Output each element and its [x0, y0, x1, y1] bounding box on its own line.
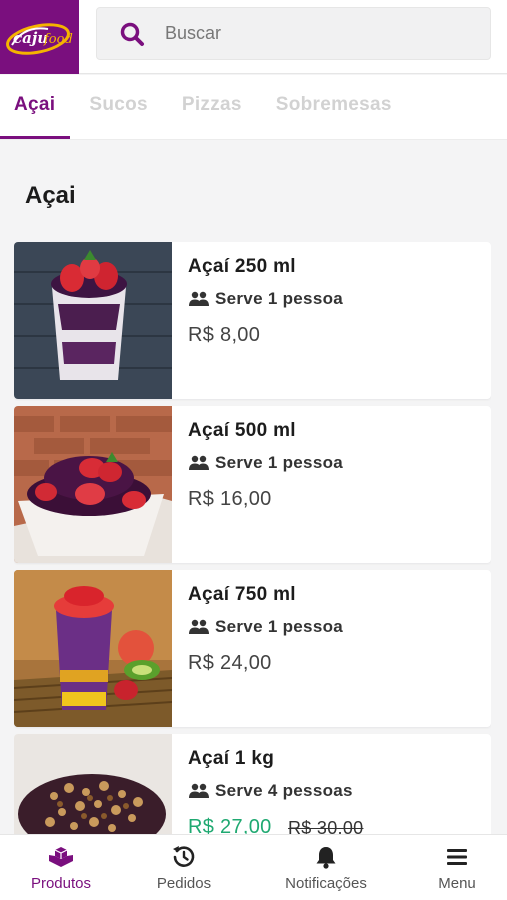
- product-card[interactable]: Açaí 1 kg Serve 4 pessoas R$ 27,00 R$ 30…: [14, 734, 491, 834]
- old-price: R$ 30,00: [288, 818, 364, 834]
- tab-sobremesas[interactable]: Sobremesas: [276, 75, 392, 140]
- product-price: R$ 8,00: [188, 324, 261, 346]
- serves-info: Serve 1 pessoa: [188, 289, 343, 309]
- history-icon: [172, 845, 196, 869]
- nav-label: Produtos: [30, 875, 92, 892]
- cajufood-logo[interactable]: caju food: [0, 0, 79, 74]
- serves-info: Serve 1 pessoa: [188, 453, 343, 473]
- bell-icon: [315, 845, 337, 869]
- section-title: Açai: [25, 182, 76, 209]
- nav-produtos[interactable]: Produtos: [22, 835, 100, 900]
- serves-label: Serve 1 pessoa: [215, 617, 344, 636]
- users-icon: [188, 619, 210, 635]
- product-list: Açaí 250 ml Serve 1 pessoa R$ 8,00 Açaí …: [14, 242, 491, 834]
- serves-info: Serve 1 pessoa: [188, 617, 343, 637]
- serves-info: Serve 4 pessoas: [188, 781, 353, 801]
- product-card[interactable]: Açaí 750 ml Serve 1 pessoa R$ 24,00: [14, 570, 491, 727]
- tab-pizzas[interactable]: Pizzas: [182, 75, 242, 140]
- product-name: Açaí 750 ml: [188, 584, 296, 605]
- product-name: Açaí 250 ml: [188, 256, 296, 277]
- product-price: R$ 16,00: [188, 488, 272, 510]
- nav-label: Notificações: [285, 875, 367, 892]
- product-card[interactable]: Açaí 250 ml Serve 1 pessoa R$ 8,00: [14, 242, 491, 399]
- nav-label: Menu: [438, 875, 476, 892]
- search-input[interactable]: [165, 23, 465, 44]
- top-bar: caju food: [0, 0, 507, 74]
- svg-text:food: food: [43, 32, 73, 47]
- serves-label: Serve 1 pessoa: [215, 453, 344, 472]
- acai-bowl-strawberry-image: [14, 406, 172, 563]
- users-icon: [188, 291, 210, 307]
- category-tabs: Açai Sucos Pizzas Sobremesas: [0, 75, 507, 140]
- users-icon: [188, 455, 210, 471]
- tab-acai[interactable]: Açai: [0, 75, 71, 140]
- promo-price: R$ 27,00: [188, 816, 272, 834]
- product-card[interactable]: Açaí 500 ml Serve 1 pessoa R$ 16,00: [14, 406, 491, 563]
- serves-label: Serve 4 pessoas: [215, 781, 353, 800]
- search-bar[interactable]: [96, 7, 491, 60]
- users-icon: [188, 783, 210, 799]
- nav-pedidos[interactable]: Pedidos: [145, 835, 223, 900]
- acai-cup-strawberry-image: [14, 242, 172, 399]
- serves-label: Serve 1 pessoa: [215, 289, 344, 308]
- tab-sucos[interactable]: Sucos: [89, 75, 148, 140]
- bottom-navigation: Produtos Pedidos Notificações Menu: [0, 834, 507, 900]
- search-icon[interactable]: [119, 21, 145, 47]
- svg-text:caju: caju: [13, 29, 48, 47]
- acai-granola-image: [14, 734, 172, 834]
- acai-cup-fruits-image: [14, 570, 172, 727]
- nav-label: Pedidos: [156, 875, 212, 892]
- product-name: Açaí 1 kg: [188, 748, 275, 769]
- product-price: R$ 24,00: [188, 652, 272, 674]
- nav-menu[interactable]: Menu: [426, 835, 488, 900]
- hamburger-menu-icon: [446, 845, 468, 869]
- logo-mark: caju food: [5, 23, 73, 55]
- nav-notificacoes[interactable]: Notificações: [272, 835, 380, 900]
- products-icon: [49, 845, 73, 869]
- product-name: Açaí 500 ml: [188, 420, 296, 441]
